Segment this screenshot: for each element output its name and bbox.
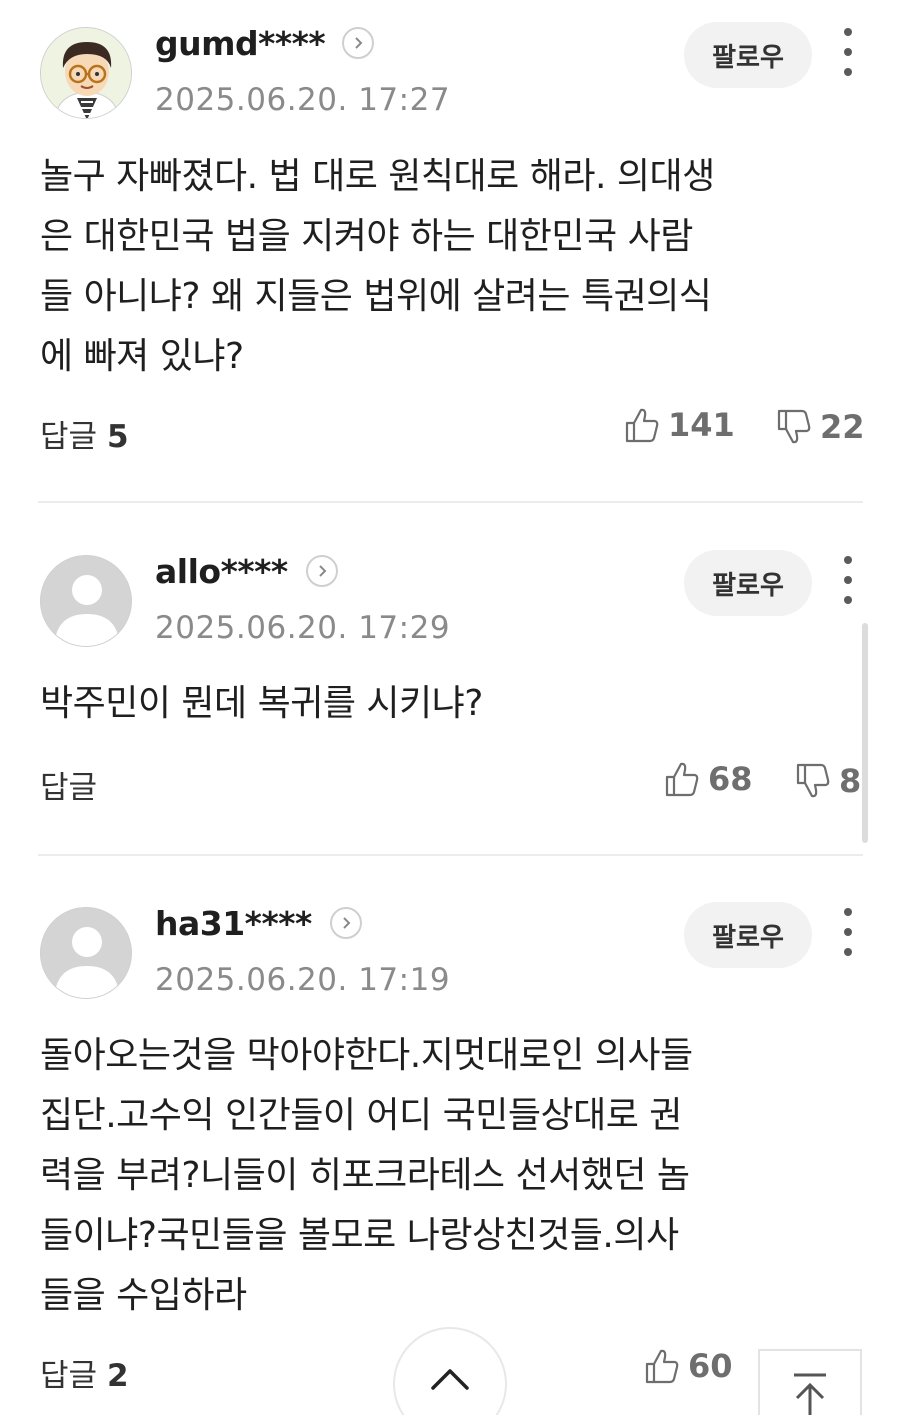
like-button[interactable]: 60 xyxy=(644,1347,733,1385)
comment-body: 놀구 자빠졌다. 법 대로 원칙대로 해라. 의대생 은 대한민국 법을 지켜야… xyxy=(40,147,860,387)
reply-label: 답글 xyxy=(40,770,98,806)
comment-divider xyxy=(38,854,863,856)
default-user-icon xyxy=(41,908,131,998)
thumbs-up-icon xyxy=(625,408,659,443)
comment-item: allo**** 2025.06.20. 17:29 팔로우 박주민이 뭔데 복… xyxy=(0,528,900,848)
like-button[interactable]: 141 xyxy=(624,406,735,444)
comment-line: 력을 부려?니들이 히포크라테스 선서했던 놈 xyxy=(40,1155,690,1196)
thumbs-up-icon xyxy=(665,762,699,797)
username[interactable]: gumd**** xyxy=(155,24,326,63)
like-button[interactable]: 68 xyxy=(664,760,753,798)
reply-button[interactable]: 답글 xyxy=(40,762,97,807)
comment-line: 돌아오는것을 막아야한다.지멋대로인 의사들 xyxy=(40,1035,693,1076)
follow-button[interactable]: 팔로우 xyxy=(684,902,812,968)
comment-timestamp: 2025.06.20. 17:27 xyxy=(155,82,451,118)
avatar[interactable] xyxy=(40,907,132,999)
reply-button[interactable]: 답글 2 xyxy=(40,1350,129,1395)
arrow-to-top-icon xyxy=(794,1373,826,1415)
comment-line: 에 빠져 있냐? xyxy=(40,336,244,377)
username[interactable]: ha31**** xyxy=(155,904,312,943)
comment-body: 박주민이 뭔데 복귀를 시키냐? xyxy=(40,674,860,734)
chevron-right-icon xyxy=(343,917,351,929)
dislike-count: 22 xyxy=(820,408,865,446)
scroll-to-top-button[interactable] xyxy=(758,1349,862,1415)
like-count: 60 xyxy=(688,1347,733,1385)
dislike-count: 8 xyxy=(839,762,862,800)
comment-line: 들이냐?국민들을 볼모로 나랑상친것들.의사 xyxy=(40,1215,679,1256)
comment-item: gumd**** 2025.06.20. 17:27 팔로우 놀구 자빠졌다. … xyxy=(0,0,900,500)
comment-line: 집단.고수익 인간들이 어디 국민들상대로 권 xyxy=(40,1095,682,1136)
reply-label: 답글 xyxy=(40,419,98,455)
comment-line: 놀구 자빠졌다. 법 대로 원칙대로 해라. 의대생 xyxy=(40,156,715,197)
chevron-right-icon xyxy=(319,565,327,577)
comment-timestamp: 2025.06.20. 17:29 xyxy=(155,610,451,646)
comment-body: 돌아오는것을 막아야한다.지멋대로인 의사들 집단.고수익 인간들이 어디 국민… xyxy=(40,1026,860,1326)
cartoon-avatar-icon xyxy=(41,28,131,118)
comment-line: 들을 수입하라 xyxy=(40,1275,247,1316)
avatar[interactable] xyxy=(40,555,132,647)
reply-button[interactable]: 답글 5 xyxy=(40,411,129,456)
avatar[interactable] xyxy=(40,27,132,119)
dislike-button[interactable]: 8 xyxy=(795,762,861,800)
comment-line: 박주민이 뭔데 복귀를 시키냐? xyxy=(40,683,483,724)
chevron-right-icon xyxy=(355,37,363,49)
more-vertical-icon[interactable] xyxy=(834,908,862,956)
username[interactable]: allo**** xyxy=(155,552,288,591)
profile-link-button[interactable] xyxy=(342,27,374,59)
like-count: 141 xyxy=(668,406,735,444)
thumbs-down-icon xyxy=(796,763,830,798)
thumbs-down-icon xyxy=(777,409,811,444)
follow-button[interactable]: 팔로우 xyxy=(684,550,812,616)
like-count: 68 xyxy=(708,760,753,798)
reply-label: 답글 xyxy=(40,1358,98,1394)
more-vertical-icon[interactable] xyxy=(834,556,862,604)
default-user-icon xyxy=(41,556,131,646)
comment-timestamp: 2025.06.20. 17:19 xyxy=(155,962,451,998)
comment-line: 들 아니냐? 왜 지들은 법위에 살려는 특권의식 xyxy=(40,276,712,317)
comment-divider xyxy=(38,501,863,503)
more-vertical-icon[interactable] xyxy=(834,28,862,76)
profile-link-button[interactable] xyxy=(330,907,362,939)
dislike-button[interactable]: 22 xyxy=(776,408,865,446)
reply-count: 2 xyxy=(107,1358,129,1394)
reply-count: 5 xyxy=(107,419,129,455)
profile-link-button[interactable] xyxy=(306,555,338,587)
comment-line: 은 대한민국 법을 지켜야 하는 대한민국 사람 xyxy=(40,216,693,257)
follow-button[interactable]: 팔로우 xyxy=(684,22,812,88)
scrollbar[interactable] xyxy=(862,623,868,843)
chevron-up-icon xyxy=(431,1369,469,1390)
thumbs-up-icon xyxy=(645,1349,679,1384)
